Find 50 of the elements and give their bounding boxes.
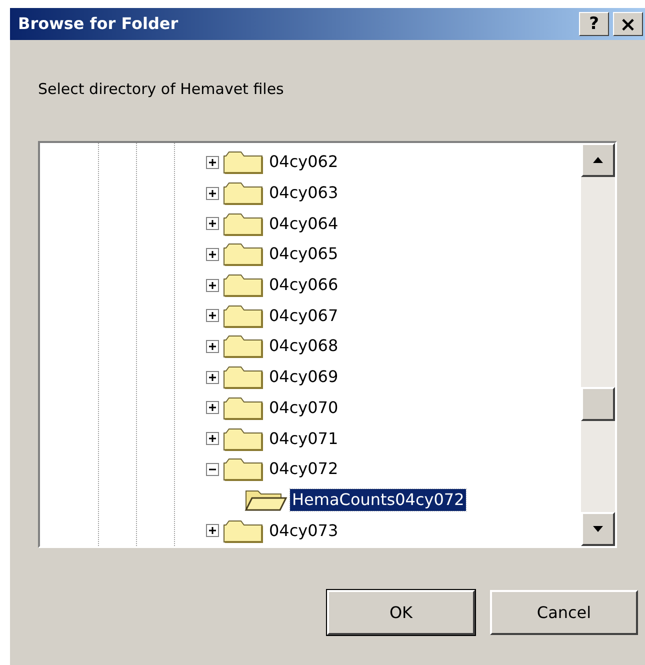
prompt-text: Select directory of Hemavet files (38, 80, 284, 98)
folder-label[interactable]: 04cy066 (267, 274, 340, 296)
folder-icon (221, 518, 265, 543)
folder-label[interactable]: 04cy070 (267, 396, 340, 419)
folder-icon (221, 242, 265, 266)
folder-icon (221, 457, 265, 482)
folder-icon (221, 426, 265, 451)
folder-icon (221, 212, 265, 236)
expand-icon[interactable] (206, 370, 219, 384)
scroll-down-button[interactable] (581, 512, 615, 546)
help-button[interactable]: ? (579, 12, 609, 36)
folder-icon (244, 488, 288, 512)
folder-icon (221, 181, 265, 206)
folder-label[interactable]: 04cy064 (267, 212, 340, 235)
down-arrow-icon (593, 526, 603, 532)
expand-icon[interactable] (206, 432, 219, 446)
folder-label[interactable]: 04cy071 (267, 428, 340, 450)
folder-icon (221, 396, 265, 420)
folder-icon (221, 365, 265, 390)
scroll-thumb[interactable] (581, 387, 615, 421)
scrollbar[interactable] (581, 143, 615, 546)
expand-icon[interactable] (206, 524, 219, 538)
collapse-icon[interactable] (206, 462, 219, 476)
folder-label[interactable]: 04cy063 (267, 182, 340, 204)
ok-button[interactable]: OK (327, 590, 475, 635)
expand-icon[interactable] (206, 217, 219, 230)
expand-icon[interactable] (206, 340, 219, 353)
folder-label[interactable]: 04cy065 (267, 243, 340, 266)
close-button[interactable]: × (613, 12, 643, 36)
folder-label[interactable]: HemaCounts04cy072 (290, 488, 466, 511)
folder-label[interactable]: 04cy067 (267, 304, 340, 327)
folder-icon (221, 304, 265, 328)
expand-icon[interactable] (206, 401, 219, 414)
expand-icon[interactable] (206, 248, 219, 261)
folder-label[interactable]: 04cy069 (267, 366, 340, 388)
window-title: Browse for Folder (18, 13, 180, 35)
folder-icon (221, 273, 265, 298)
expand-icon[interactable] (206, 186, 219, 200)
folder-label[interactable]: 04cy073 (267, 520, 340, 542)
up-arrow-icon (593, 157, 603, 163)
expand-icon[interactable] (206, 156, 219, 169)
folder-label[interactable]: 04cy062 (267, 151, 340, 174)
cancel-button[interactable]: Cancel (490, 590, 638, 635)
folder-icon (221, 150, 265, 174)
folder-label[interactable]: 04cy068 (267, 335, 340, 358)
scroll-up-button[interactable] (581, 143, 615, 177)
folder-label[interactable]: 04cy072 (267, 458, 340, 480)
expand-icon[interactable] (206, 309, 219, 322)
folder-icon (221, 334, 265, 358)
expand-icon[interactable] (206, 278, 219, 292)
